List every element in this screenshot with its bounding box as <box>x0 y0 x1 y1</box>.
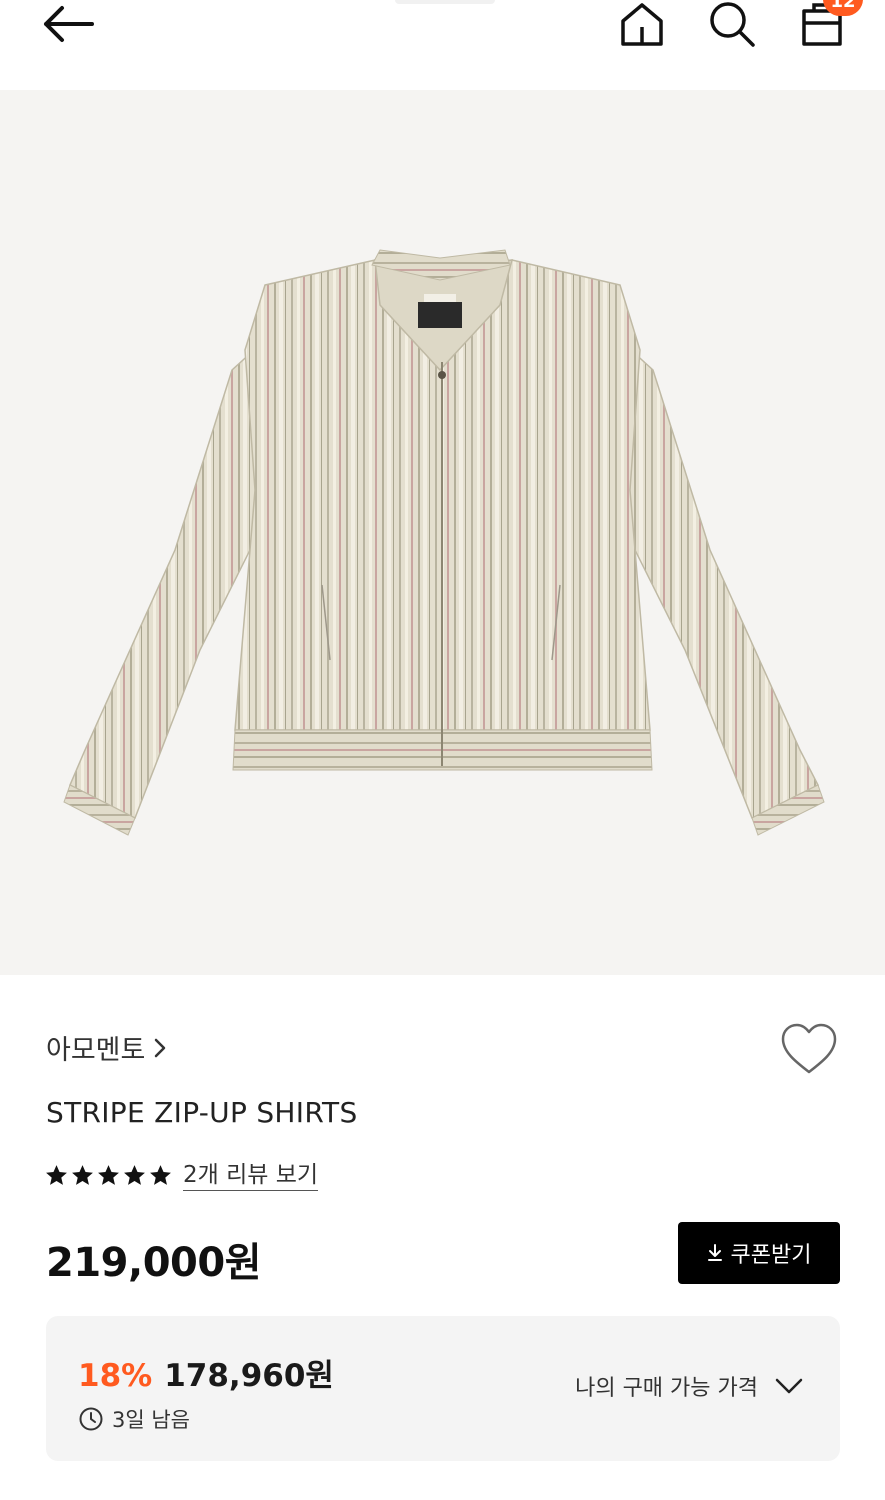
sale-price: 178,960원 <box>164 1358 334 1394</box>
brand-link[interactable]: 아모멘토 <box>46 1028 167 1067</box>
my-price-box[interactable]: 18% 178,960원 3일 남음 나의 구매 가능 가격 <box>46 1316 840 1461</box>
rating-row: 2개 리뷰 보기 <box>44 1160 319 1191</box>
coupon-button[interactable]: 쿠폰받기 <box>678 1222 840 1284</box>
heart-icon <box>781 1023 837 1074</box>
coupon-label: 쿠폰받기 <box>730 1243 812 1268</box>
back-button[interactable] <box>40 0 104 48</box>
star-icon <box>46 1165 67 1185</box>
status-notch <box>395 0 495 4</box>
download-icon <box>707 1244 722 1261</box>
clock-icon <box>79 1407 103 1431</box>
star-icon <box>98 1165 119 1185</box>
my-price-toggle[interactable]: 나의 구매 가능 가격 <box>575 1370 804 1402</box>
cart-button[interactable]: 12 <box>793 0 863 48</box>
wishlist-button[interactable] <box>780 1022 838 1078</box>
home-button[interactable] <box>613 0 671 48</box>
top-bar: 12 <box>0 0 885 90</box>
original-price: 219,000원 <box>46 1240 262 1286</box>
my-price-label: 나의 구매 가능 가격 <box>575 1376 758 1401</box>
product-title: STRIPE ZIP-UP SHIRTS <box>46 1096 358 1129</box>
product-image[interactable] <box>0 90 885 975</box>
chevron-right-icon <box>155 1038 166 1057</box>
back-arrow-icon <box>44 6 94 42</box>
star-icon <box>124 1165 145 1185</box>
search-icon <box>710 2 755 47</box>
star-rating <box>44 1163 173 1188</box>
brand-name: 아모멘토 <box>46 1035 146 1066</box>
chevron-down-icon <box>775 1378 803 1394</box>
time-left: 3일 남음 <box>112 1408 190 1432</box>
review-link[interactable]: 2개 리뷰 보기 <box>183 1160 319 1191</box>
discount-rate: 18% <box>78 1358 153 1394</box>
striped-jacket-image <box>63 249 825 836</box>
search-button[interactable] <box>703 0 761 48</box>
star-icon <box>150 1165 171 1185</box>
home-icon <box>621 3 663 46</box>
star-icon <box>72 1165 93 1185</box>
